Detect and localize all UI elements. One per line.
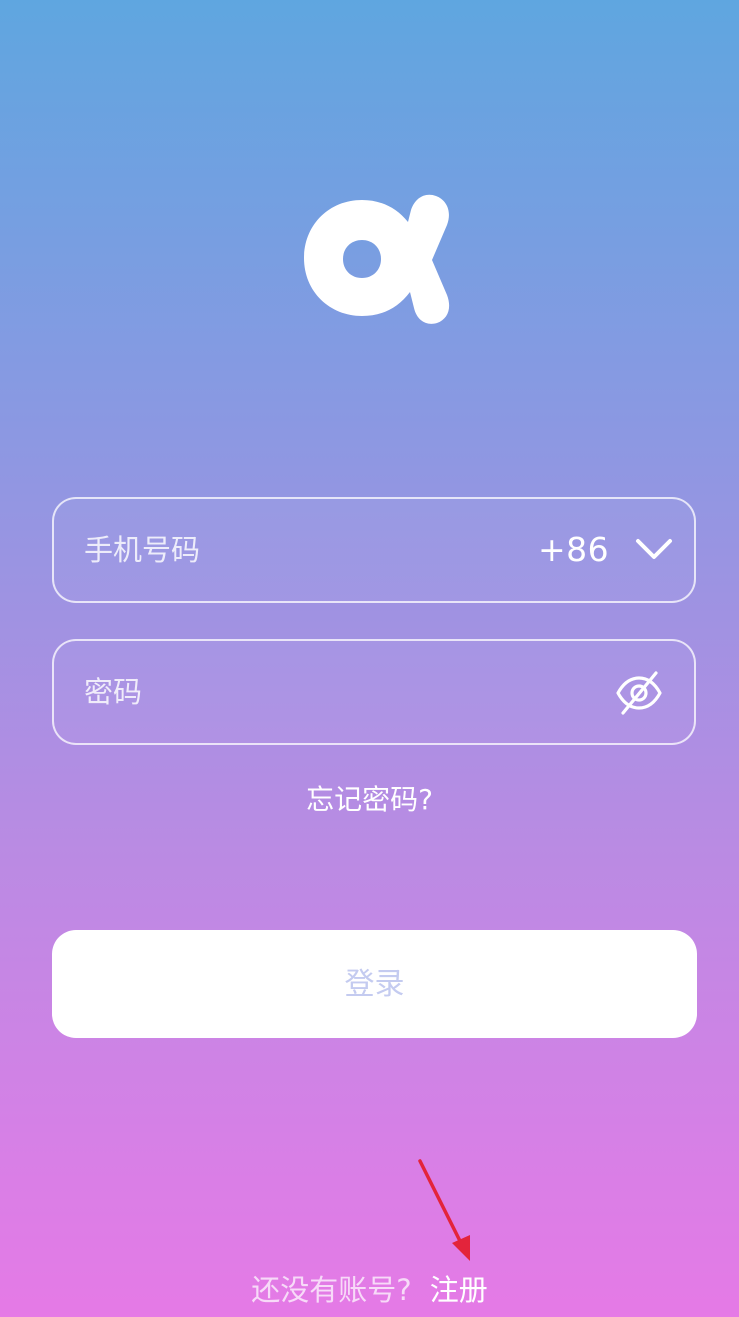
no-account-text: 还没有账号? <box>251 1273 412 1307</box>
login-button[interactable]: 登录 <box>52 930 697 1038</box>
password-input[interactable] <box>84 641 504 743</box>
eye-slash-icon[interactable] <box>614 670 664 716</box>
chevron-down-icon[interactable] <box>634 533 674 567</box>
register-link[interactable]: 注册 <box>430 1273 488 1307</box>
register-prompt: 还没有账号? 注册 <box>0 1270 739 1310</box>
phone-input[interactable] <box>84 499 504 601</box>
alpha-logo-icon <box>304 194 450 324</box>
red-arrow-icon <box>418 1159 470 1261</box>
forgot-password-link[interactable]: 忘记密码? <box>0 778 739 818</box>
phone-field: +86 <box>52 497 696 603</box>
password-field <box>52 639 696 745</box>
country-code-label[interactable]: +86 <box>538 499 609 601</box>
login-screen: +86 忘记密码? 登录 还没有账号? 注册 <box>0 0 739 1317</box>
